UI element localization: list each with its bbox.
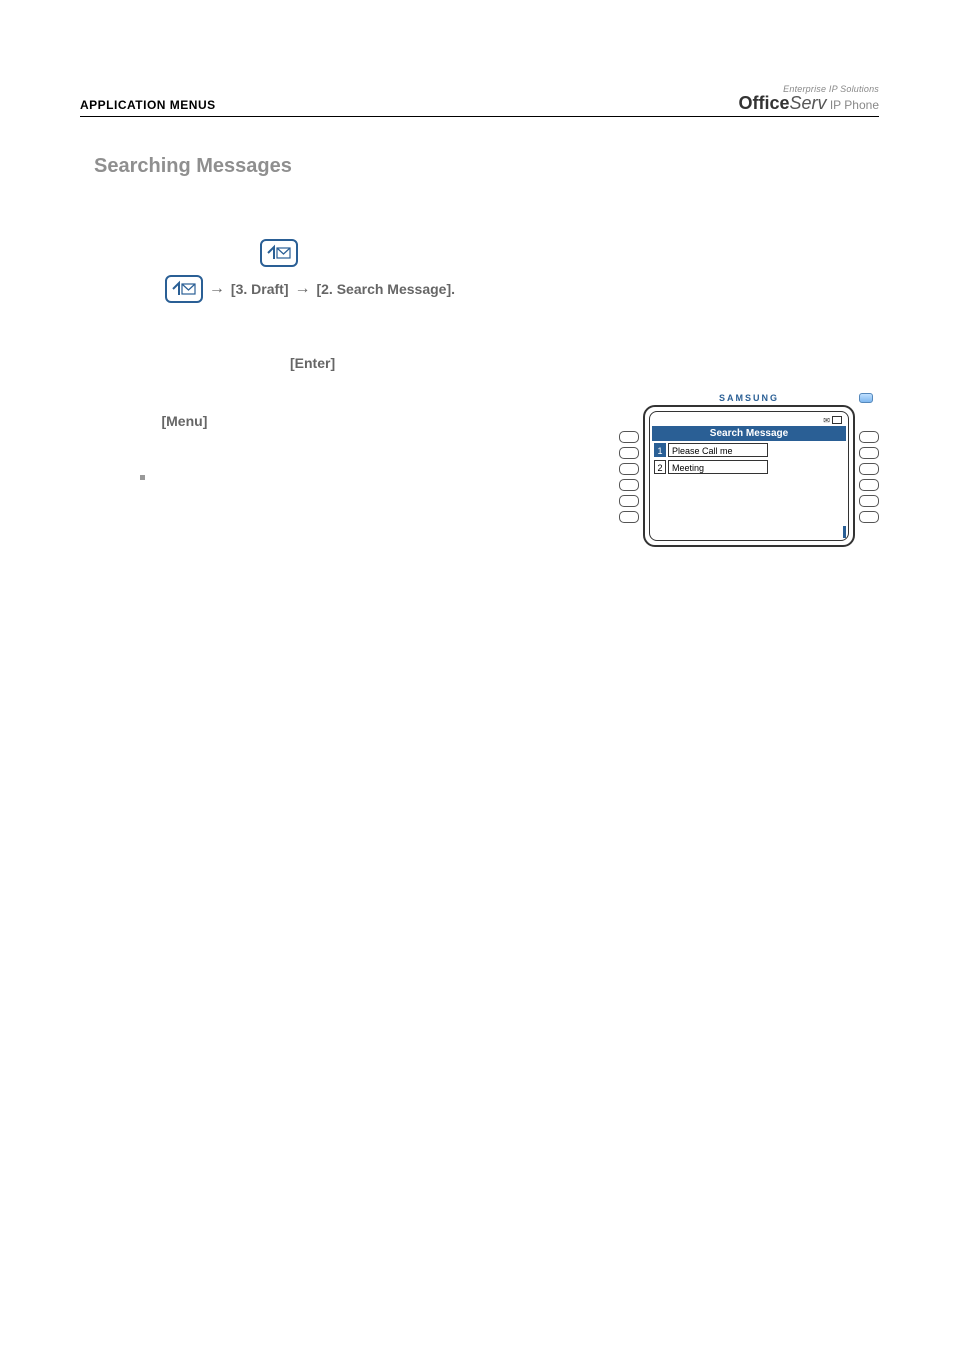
result-line-3: button to manage the (212, 413, 344, 429)
nav-path: Select → [3. Draft] → [2. Search Message… (120, 275, 879, 303)
enter-key-label: [Enter] (290, 355, 335, 371)
left-softkeys (619, 405, 639, 547)
list-number: 2 (654, 460, 666, 474)
softkey-button[interactable] (619, 479, 639, 491)
right-softkeys (859, 405, 879, 547)
list-number: 1 (654, 443, 666, 457)
bullet-item: Refer to 'Managing Send Messages' for de… (140, 469, 599, 484)
logo-bold-part: Office (738, 93, 789, 113)
nav-step-1: [3. Draft] (231, 281, 289, 297)
list-text: Meeting (668, 460, 768, 474)
softkey-button[interactable] (859, 511, 879, 523)
screen-frame: ✉ Search Message 1 Please Call me (643, 405, 855, 547)
section-title: Searching Messages (94, 155, 879, 178)
nav-step-2: [2. Search Message]. (316, 281, 455, 297)
enter-line-2: button. (335, 355, 382, 371)
arrow-icon: → (209, 280, 225, 298)
result-line-2: press the (100, 413, 161, 429)
softkey-button[interactable] (859, 447, 879, 459)
page-header: APPLICATION MENUS Enterprise IP Solution… (80, 85, 879, 117)
envelope-status-icon: ✉ (823, 416, 830, 425)
softkey-button[interactable] (859, 495, 879, 507)
menu-key-label: [Menu] (161, 413, 207, 429)
brand-logo: Enterprise IP Solutions OfficeServ IP Ph… (738, 85, 879, 112)
battery-status-icon (832, 416, 842, 424)
enter-line-1: Enter the letters to search for the titl… (100, 333, 418, 349)
result-list: 1 Please Call me 2 Meeting (652, 441, 846, 479)
softkey-button[interactable] (859, 463, 879, 475)
list-item[interactable]: 1 Please Call me (654, 443, 844, 457)
logo-tail-part: IP Phone (827, 98, 880, 112)
phone-illustration: SAMSUNG (619, 393, 879, 547)
list-item[interactable]: 2 Meeting (654, 460, 844, 474)
softkey-button[interactable] (859, 431, 879, 443)
bullet-icon (140, 475, 145, 480)
nav-prefix: Select (120, 281, 159, 297)
screen-title: Search Message (652, 426, 846, 441)
led-icon (859, 393, 873, 403)
list-text: Please Call me (668, 443, 768, 457)
scrollbar-thumb[interactable] (843, 526, 846, 538)
header-section-label: APPLICATION MENUS (80, 98, 216, 112)
result-line-4: message. (100, 435, 599, 451)
message-key-icon (260, 239, 298, 267)
softkey-button[interactable] (619, 431, 639, 443)
softkey-button[interactable] (619, 447, 639, 459)
status-bar: ✉ (652, 414, 846, 426)
softkey-button[interactable] (619, 495, 639, 507)
phone-brand: SAMSUNG (639, 393, 859, 403)
logo-main: OfficeServ IP Phone (738, 94, 879, 112)
message-key-icon (165, 275, 203, 303)
scrollbar[interactable] (843, 468, 846, 538)
softkey-button[interactable] (619, 463, 639, 475)
logo-light-part: Serv (789, 93, 826, 113)
arrow-icon: → (294, 280, 310, 298)
intro-text-hidden: This function allows you to search messa… (100, 208, 879, 229)
softkey-button[interactable] (859, 479, 879, 491)
bullet-text: Refer to 'Managing Send Messages' for de… (155, 469, 421, 484)
phone-screen: ✉ Search Message 1 Please Call me (649, 411, 849, 541)
result-line-1: You can check the searched message and (100, 393, 599, 409)
softkey-button[interactable] (619, 511, 639, 523)
